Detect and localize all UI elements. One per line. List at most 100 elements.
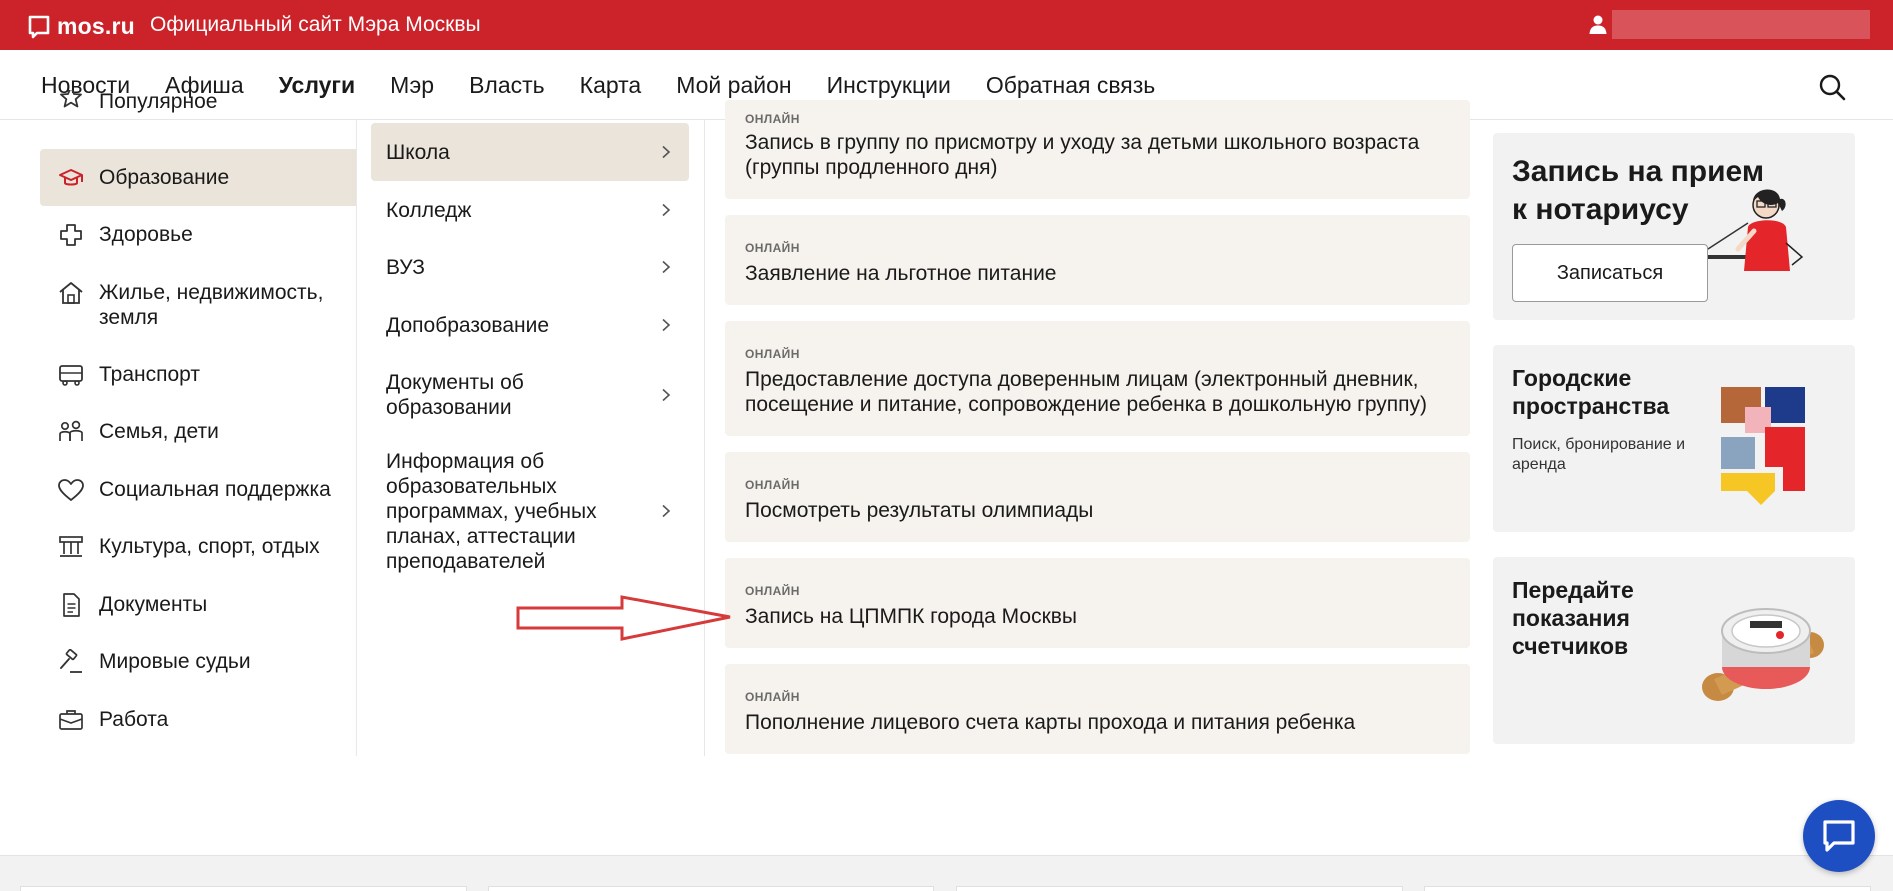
service-card[interactable]: ОНЛАЙН Запись в группу по присмотру и ух… [725,100,1470,199]
service-tag: ОНЛАЙН [745,584,800,598]
service-title: Предоставление доступа доверенным лицам … [745,368,1428,416]
subcategory-label: Информация об образовательных программах… [386,449,597,573]
house-icon [59,282,83,304]
health-cross-icon [60,224,82,246]
category-label: Семья, дети [99,420,219,443]
nav-item-my-district[interactable]: Мой район [676,72,791,99]
water-meter-illustration [1702,608,1824,701]
chat-bubble-icon [1823,820,1855,852]
subcategory-label: Колледж [386,198,472,222]
footer-card [488,886,934,891]
promo-city-spaces[interactable]: Городские пространства Поиск, бронирован… [1493,345,1855,532]
user-icon[interactable] [1588,14,1608,34]
subcategory-university[interactable]: ВУЗ [371,238,689,296]
service-card[interactable]: ОНЛАЙН Предоставление доступа доверенным… [725,321,1470,436]
service-card[interactable]: ОНЛАЙН Посмотреть результаты олимпиады [725,452,1470,542]
promo-title: Городские пространства [1512,365,1670,419]
annotation-arrow [516,595,731,641]
footer-card [956,886,1403,891]
promo-subtitle: Поиск, бронирование и аренда [1512,436,1686,473]
mos-logo-icon [28,15,50,38]
category-label: Культура, спорт, отдых [99,535,320,558]
category-label: Транспорт [99,363,200,386]
footer-card [1424,886,1871,891]
bus-icon [59,365,83,386]
service-card[interactable]: ОНЛАЙН Заявление на льготное питание [725,215,1470,305]
museum-icon [59,536,83,557]
category-transport[interactable]: Транспорт [40,362,356,388]
category-label: Жилье, недвижимость, земля [99,281,324,329]
service-tag: ОНЛАЙН [745,478,800,492]
service-title: Пополнение лицевого счета карты прохода … [745,711,1356,734]
category-culture[interactable]: Культура, спорт, отдых [40,534,356,560]
service-title: Заявление на льготное питание [745,262,1057,285]
service-card[interactable]: ОНЛАЙН Пополнение лицевого счета карты п… [725,664,1470,754]
user-name-redacted[interactable] [1612,10,1870,39]
chevron-right-icon [662,260,671,274]
category-label: Документы [99,593,208,616]
nav-item-feedback[interactable]: Обратная связь [986,72,1155,99]
heart-icon [58,479,84,501]
category-health[interactable]: Здоровье [40,222,356,248]
subcategory-label: Допобразование [386,313,550,337]
subcategory-extra-education[interactable]: Допобразование [371,296,689,354]
category-label: Социальная поддержка [99,478,331,501]
category-magistrates[interactable]: Мировые судьи [40,649,356,675]
category-work[interactable]: Работа [40,707,356,733]
service-title: Запись на ЦПМПК города Москвы [745,605,1078,628]
promo-meters[interactable]: Передайте показания счетчиков [1493,557,1855,744]
subcategory-label: Школа [386,140,450,164]
chevron-right-icon [662,504,671,518]
chevron-right-icon [662,145,671,159]
service-tag: ОНЛАЙН [745,347,800,361]
service-title: Запись в группу по присмотру и уходу за … [745,131,1420,179]
nav-item-instructions[interactable]: Инструкции [827,72,951,99]
category-education[interactable]: Образование [40,149,356,206]
graduation-cap-icon [59,168,83,185]
service-card[interactable]: ОНЛАЙН Запись на ЦПМПК города Москвы [725,558,1470,648]
subcategory-programs-info[interactable]: Информация об образовательных программах… [371,449,689,573]
footer-card [20,886,467,891]
nav-item-mayor[interactable]: Мэр [390,72,434,99]
service-tag: ОНЛАЙН [745,112,800,126]
site-title[interactable]: Официальный сайт Мэра Москвы [150,13,481,37]
column-divider [356,120,357,756]
subcategory-college[interactable]: Колледж [371,181,689,239]
family-icon [59,420,83,441]
chevron-right-icon [662,388,671,402]
chevron-right-icon [662,318,671,332]
logo[interactable]: mos.ru [28,13,135,40]
subcategory-education-documents[interactable]: Документы об образовании [371,360,689,430]
category-label: Популярное [99,90,218,113]
nav-item-authority[interactable]: Власть [469,72,545,99]
category-social-support[interactable]: Социальная поддержка [40,477,356,503]
category-label: Мировые судьи [99,650,251,673]
briefcase-icon [59,710,83,730]
top-bar: mos.ru Официальный сайт Мэра Москвы [0,0,1893,50]
promo-notary[interactable]: Запись на прием к нотариусу Записаться [1493,133,1855,320]
document-icon [63,593,80,617]
column-divider [704,120,705,756]
notary-signup-button[interactable]: Записаться [1512,244,1708,302]
logo-text: mos.ru [57,13,135,39]
subcategory-label: Документы об образовании [386,371,524,419]
subcategory-label: ВУЗ [386,255,425,279]
category-documents[interactable]: Документы [40,592,356,618]
category-housing[interactable]: Жилье, недвижимость, земля [40,280,356,330]
category-popular[interactable]: Популярное [40,90,356,120]
star-icon [60,90,82,108]
chevron-right-icon [662,203,671,217]
search-icon[interactable] [1818,73,1846,101]
promo-title: Передайте показания счетчиков [1512,577,1634,659]
service-tag: ОНЛАЙН [745,241,800,255]
category-label: Здоровье [99,223,193,246]
city-spaces-logo [1721,387,1805,505]
gavel-icon [60,649,82,673]
service-tag: ОНЛАЙН [745,690,800,704]
service-title: Посмотреть результаты олимпиады [745,499,1094,522]
subcategory-school[interactable]: Школа [371,123,689,181]
chat-button[interactable] [1803,800,1875,872]
category-label: Образование [99,166,230,189]
category-family[interactable]: Семья, дети [40,419,356,445]
nav-item-map[interactable]: Карта [580,72,642,99]
